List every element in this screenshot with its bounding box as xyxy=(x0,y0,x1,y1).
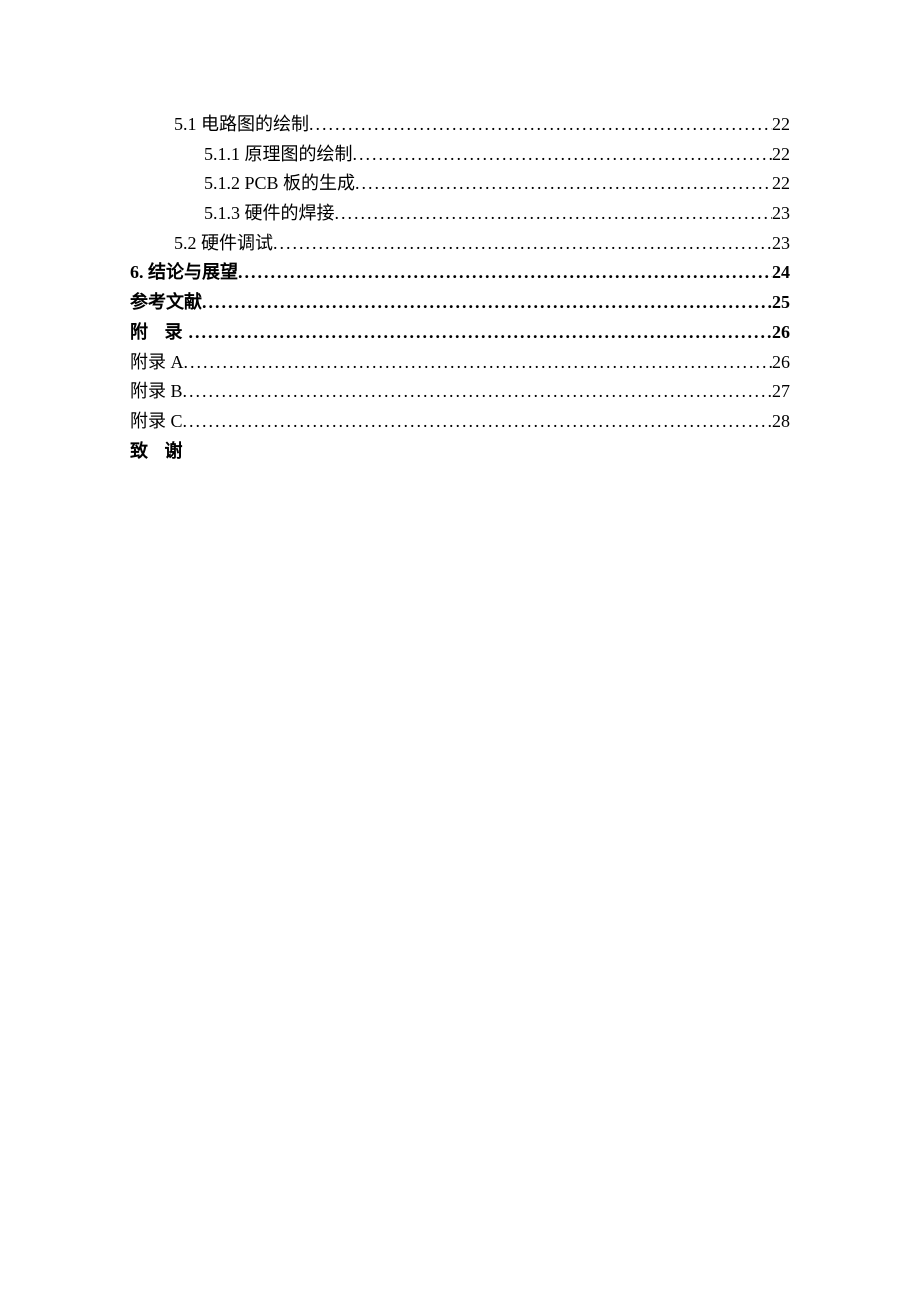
toc-dots xyxy=(355,169,772,199)
toc-label: 5.1 电路图的绘制 xyxy=(174,110,309,140)
toc-dots xyxy=(189,318,773,348)
toc-label: 附 录 xyxy=(130,318,189,348)
toc-entry: 6. 结论与展望 24 xyxy=(130,258,790,288)
toc-page: 26 xyxy=(772,318,790,348)
toc-label: 附录 C xyxy=(130,407,183,437)
toc-dots xyxy=(238,258,772,288)
toc-label: 致 谢 xyxy=(130,437,189,467)
toc-page: 23 xyxy=(772,199,790,229)
toc-page: 22 xyxy=(772,169,790,199)
toc-dots xyxy=(335,199,773,229)
toc-label: 5.1.1 原理图的绘制 xyxy=(204,140,353,170)
toc-page: 24 xyxy=(772,258,790,288)
toc-page: 28 xyxy=(772,407,790,437)
toc-page: 25 xyxy=(772,288,790,318)
toc-dots xyxy=(202,288,772,318)
toc-entry: 5.1.3 硬件的焊接 23 xyxy=(130,199,790,229)
toc-entry: 附录 C 28 xyxy=(130,407,790,437)
toc-dots xyxy=(273,229,772,259)
toc-label: 5.1.3 硬件的焊接 xyxy=(204,199,335,229)
toc-entry: 5.2 硬件调试 23 xyxy=(130,229,790,259)
toc-dots xyxy=(184,348,773,378)
toc-dots xyxy=(183,377,772,407)
toc-dots xyxy=(309,110,772,140)
toc-dots xyxy=(183,407,772,437)
toc-page: 22 xyxy=(772,110,790,140)
toc-entry: 附录 B 27 xyxy=(130,377,790,407)
toc-entry: 5.1 电路图的绘制 22 xyxy=(130,110,790,140)
toc-label: 附录 A xyxy=(130,348,184,378)
toc-page: 22 xyxy=(772,140,790,170)
toc-label: 6. 结论与展望 xyxy=(130,258,238,288)
toc-entry: 5.1.1 原理图的绘制 22 xyxy=(130,140,790,170)
toc-dots xyxy=(353,140,773,170)
toc-page: 23 xyxy=(772,229,790,259)
toc-label: 参考文献 xyxy=(130,288,202,318)
toc-entry: 致 谢 xyxy=(130,437,790,467)
toc-page: 27 xyxy=(772,377,790,407)
toc-label: 附录 B xyxy=(130,377,183,407)
toc-page: 26 xyxy=(772,348,790,378)
toc-label: 5.1.2 PCB 板的生成 xyxy=(204,169,355,199)
toc-entry: 5.1.2 PCB 板的生成 22 xyxy=(130,169,790,199)
toc-container: 5.1 电路图的绘制 22 5.1.1 原理图的绘制 22 5.1.2 PCB … xyxy=(130,110,790,466)
toc-entry: 附录 A 26 xyxy=(130,348,790,378)
toc-label: 5.2 硬件调试 xyxy=(174,229,273,259)
toc-entry: 参考文献 25 xyxy=(130,288,790,318)
toc-entry: 附 录 26 xyxy=(130,318,790,348)
